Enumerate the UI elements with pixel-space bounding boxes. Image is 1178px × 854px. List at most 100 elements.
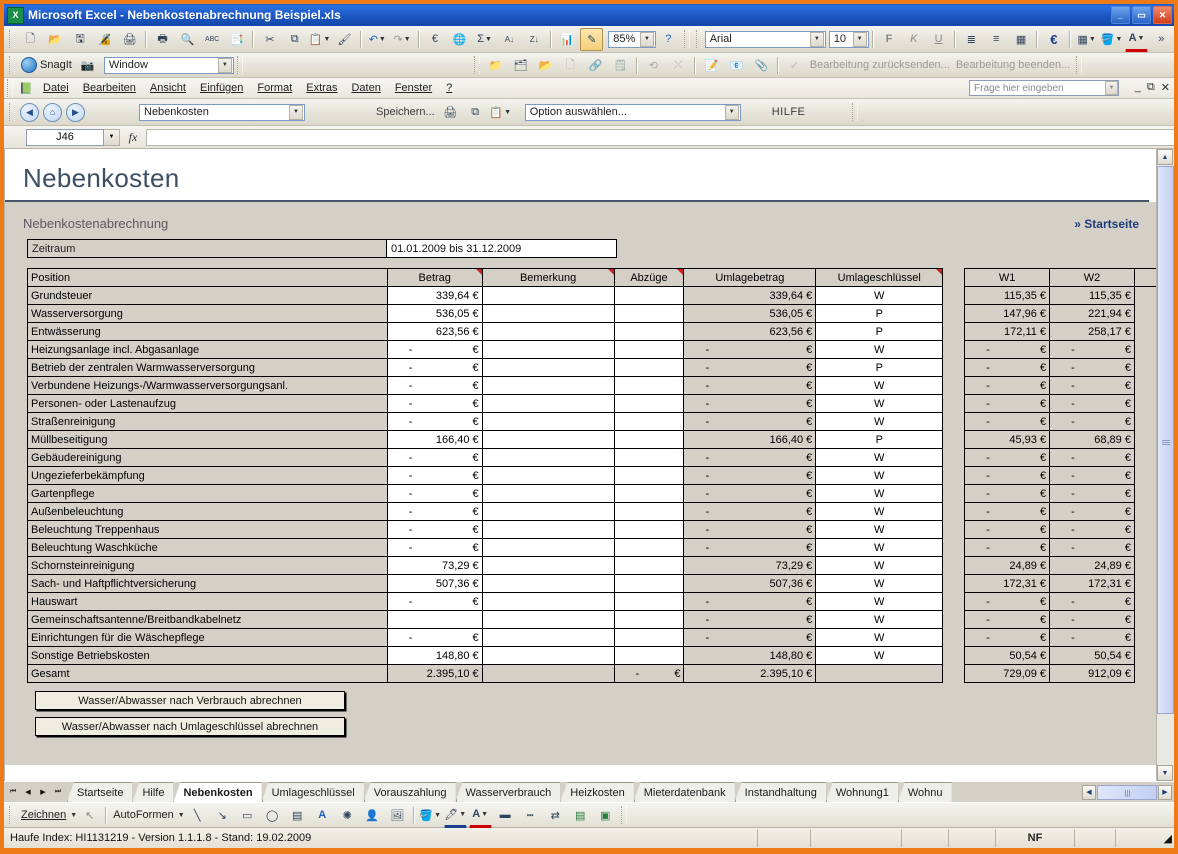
save-label[interactable]: Speichern... [373,106,438,118]
chevron-down-icon[interactable]: ▼ [640,32,654,47]
new-file-icon[interactable]: 🗋 [19,28,42,51]
doc-restore-button[interactable]: ⧉ [1147,81,1155,94]
sheet-tab-heizkosten[interactable]: Heizkosten [560,782,633,802]
cell-umlageschluessel[interactable]: P [816,431,943,449]
zeichnen-menu[interactable]: Zeichnen [18,809,69,821]
cell-position[interactable]: Sach- und Haftpflichtversicherung [28,575,388,593]
cell-umlagebetrag[interactable]: -€ [684,539,816,557]
cell-betrag[interactable]: -€ [387,503,482,521]
cell-w1[interactable]: -€ [965,485,1050,503]
align-left-icon[interactable]: ≣ [960,28,983,51]
cell-betrag[interactable]: 339,64 € [387,287,482,305]
cell-total-umlagebetrag[interactable]: 2.395,10 € [684,665,816,683]
arrow-icon[interactable]: ↘ [211,804,234,827]
cell-w2[interactable]: -€ [1050,521,1135,539]
cell-bemerkung[interactable] [482,521,614,539]
vertical-scroll-thumb[interactable] [1157,166,1174,714]
cell-position[interactable]: Einrichtungen für die Wäschepflege [28,629,388,647]
cell-abzuege[interactable] [614,287,684,305]
ask-a-question-input[interactable]: Frage hier eingeben ▼ [969,80,1119,96]
cell-umlageschluessel[interactable]: W [816,647,943,665]
mail-recipient-icon[interactable]: 📧 [725,54,748,77]
cell-position[interactable]: Beleuchtung Waschküche [28,539,388,557]
cell-abzuege[interactable] [614,341,684,359]
picture-icon[interactable]: 🖼 [386,804,409,827]
chevron-down-icon[interactable]: ▼ [1105,81,1118,95]
toolbar-grip[interactable] [9,806,15,824]
cell-umlagebetrag[interactable]: -€ [684,359,816,377]
cell-bemerkung[interactable] [482,629,614,647]
cell-w1[interactable]: 24,89 € [965,557,1050,575]
cell-umlageschluessel[interactable]: W [816,557,943,575]
textbox-icon[interactable]: ▤ [286,804,309,827]
cell-w1[interactable]: -€ [965,593,1050,611]
autoformen-menu[interactable]: AutoFormen [110,809,177,821]
euro-conversion-icon[interactable]: € [424,28,447,51]
resize-grip-icon[interactable]: ◢ [1156,829,1174,847]
home-icon[interactable]: ⌂ [43,103,62,122]
cell-umlageschluessel[interactable]: W [816,467,943,485]
cell-total-label[interactable]: Gesamt [28,665,388,683]
cell-abzuege[interactable] [614,467,684,485]
shared-workspace-icon[interactable]: 🗂 [509,54,532,77]
cell-total-w1[interactable]: 729,09 € [965,665,1050,683]
cell-umlageschluessel[interactable]: W [816,449,943,467]
cell-umlageschluessel[interactable]: P [816,305,943,323]
header-position[interactable]: Position [28,269,388,287]
end-review-label[interactable]: Bearbeitung beenden... [953,59,1073,71]
header-abzuege[interactable]: Abzüge [614,269,684,287]
menu-item-fenster[interactable]: Fenster [388,80,439,96]
cell-betrag[interactable]: -€ [387,539,482,557]
chevron-down-icon[interactable]: ▼ [853,32,867,47]
hilfe-label[interactable]: HILFE [769,106,809,118]
permission-icon[interactable]: 🔏 [93,28,116,51]
cell-umlagebetrag[interactable]: -€ [684,629,816,647]
cell-umlageschluessel[interactable]: W [816,341,943,359]
cell-abzuege[interactable] [614,521,684,539]
header-w2[interactable]: W2 [1050,269,1135,287]
cell-betrag[interactable]: -€ [387,485,482,503]
print-preview-icon[interactable]: 🔍 [176,28,199,51]
cell-umlagebetrag[interactable]: 507,36 € [684,575,816,593]
cell-betrag[interactable]: 148,80 € [387,647,482,665]
autosum-icon[interactable]: Σ▼ [473,28,496,51]
cell-bemerkung[interactable] [482,539,614,557]
cell-bemerkung[interactable] [482,611,614,629]
toolbar-grip[interactable] [1076,56,1082,74]
cell-w1[interactable]: 172,11 € [965,323,1050,341]
reviewing-toolbar-grip[interactable] [474,56,480,74]
help-icon[interactable]: ? [657,28,680,51]
format-painter-icon[interactable]: 🖌 [333,28,356,51]
line-icon[interactable]: ╲ [186,804,209,827]
cell-bemerkung[interactable] [482,395,614,413]
sheet-tab-mieterdatenbank[interactable]: Mieterdatenbank [634,782,735,802]
document-updates-icon[interactable]: 📂 [534,54,557,77]
print-lock-icon[interactable]: 🖨 [118,28,141,51]
back-icon[interactable]: ◀ [20,103,39,122]
tab-scroll-left-icon[interactable]: ◀ [1082,785,1096,800]
cell-betrag[interactable]: -€ [387,467,482,485]
cell-w2[interactable]: -€ [1050,503,1135,521]
next-sheet-icon[interactable]: ▶ [36,784,50,800]
cell-abzuege[interactable] [614,323,684,341]
open-file-icon[interactable]: 📂 [44,28,67,51]
cell-betrag[interactable]: -€ [387,359,482,377]
doc-minimize-button[interactable]: _ [1135,81,1141,94]
cell-bemerkung[interactable] [482,593,614,611]
fill-color-icon[interactable]: 🪣▼ [419,804,442,827]
cell-umlagebetrag[interactable]: -€ [684,503,816,521]
cell-abzuege[interactable] [614,611,684,629]
cell-umlagebetrag[interactable]: -€ [684,413,816,431]
wordart-icon[interactable]: A [311,804,334,827]
print-icon[interactable]: 🖶 [151,28,174,51]
shadow-style-icon[interactable]: ▤ [569,804,592,827]
zeitraum-input[interactable]: 01.01.2009 bis 31.12.2009 [387,239,617,258]
cell-betrag[interactable] [387,611,482,629]
printer-icon[interactable]: 🖨 [439,101,462,124]
cell-betrag[interactable]: 507,36 € [387,575,482,593]
header-bemerkung[interactable]: Bemerkung [482,269,614,287]
cell-w1[interactable]: -€ [965,377,1050,395]
cell-w1[interactable]: -€ [965,539,1050,557]
chevron-down-icon[interactable]: ▼ [178,812,185,819]
sort-ascending-icon[interactable]: A↓ [498,28,521,51]
